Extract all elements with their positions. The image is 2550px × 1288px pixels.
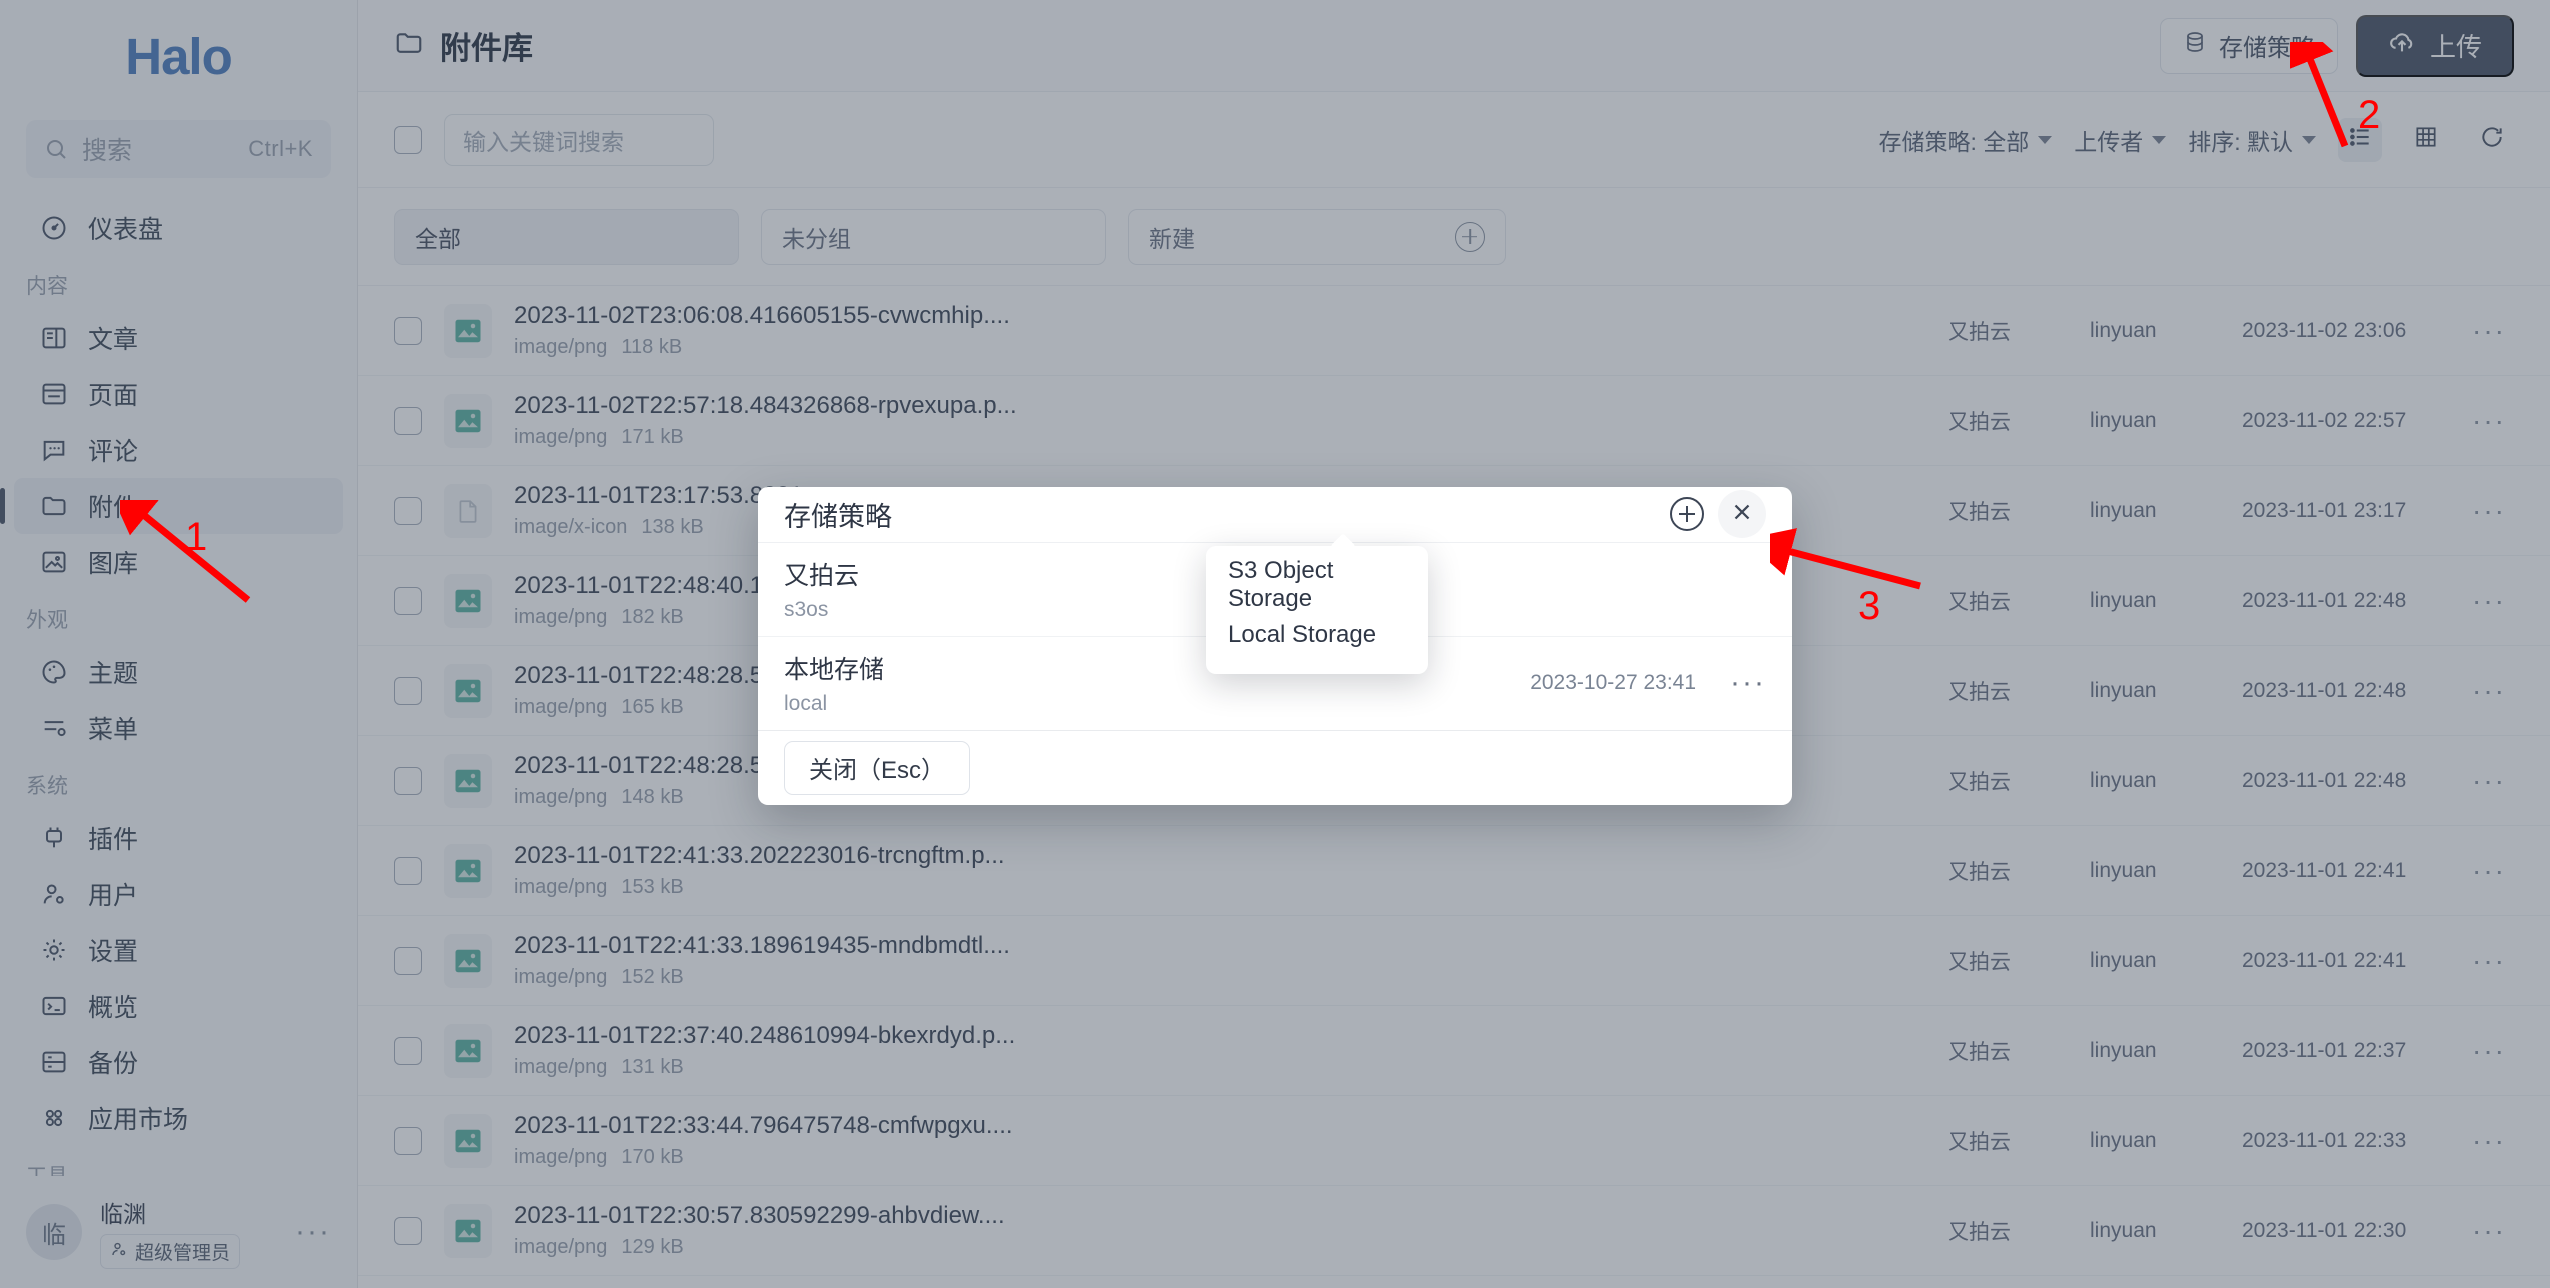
policy-more-button[interactable]: ··· bbox=[1730, 668, 1766, 698]
annotation-number-2: 2 bbox=[2358, 93, 2381, 137]
close-esc-button[interactable]: 关闭（Esc） bbox=[784, 740, 971, 795]
modal-title: 存储策略 bbox=[784, 501, 892, 532]
close-button[interactable] bbox=[1718, 490, 1766, 539]
storage-type-dropdown: S3 Object Storage Local Storage bbox=[1206, 546, 1428, 674]
policy-date: 2023-10-27 23:41 bbox=[1530, 671, 1697, 695]
policy-slug: local bbox=[784, 692, 828, 716]
close-icon bbox=[1729, 499, 1755, 530]
annotation-number-1: 1 bbox=[185, 515, 208, 559]
modal-footer: 关闭（Esc） bbox=[758, 731, 1792, 805]
dropdown-item-s3[interactable]: S3 Object Storage bbox=[1206, 557, 1428, 612]
annotation-number-3: 3 bbox=[1858, 584, 1881, 628]
modal-header: 存储策略 bbox=[758, 487, 1792, 543]
dropdown-item-local[interactable]: Local Storage bbox=[1206, 610, 1428, 660]
app-root: Halo 搜索 Ctrl+K 仪表盘 内容 文章 页面 评论 附件 图库 外观 … bbox=[0, 0, 2550, 1288]
plus-circle-icon[interactable] bbox=[1670, 497, 1704, 532]
